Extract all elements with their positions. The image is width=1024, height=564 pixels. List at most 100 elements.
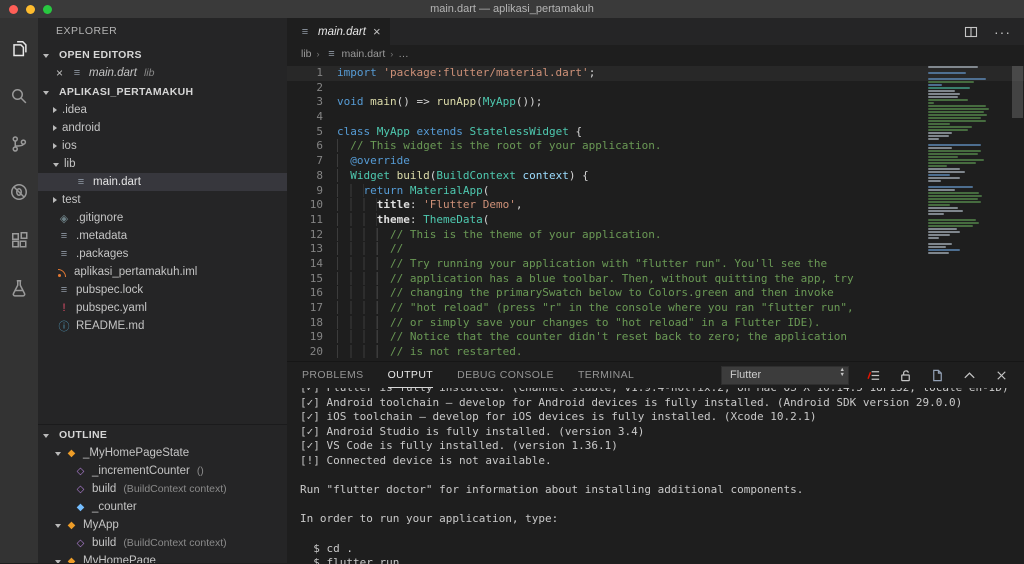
activity-search-search-icon[interactable] bbox=[0, 72, 38, 120]
dart-file-icon: ≡ bbox=[74, 176, 88, 188]
open-editor-item[interactable]: × ≡ main.dart lib bbox=[38, 64, 287, 82]
code-line-3[interactable]: 3void main() => runApp(MyApp()); bbox=[287, 95, 1024, 110]
code-line-8[interactable]: 8 Widget build(BuildContext context) { bbox=[287, 169, 1024, 184]
panel-tab-output[interactable]: OUTPUT bbox=[388, 362, 434, 388]
line-number: 12 bbox=[287, 228, 337, 243]
tree-item--packages[interactable]: ≡.packages bbox=[38, 245, 287, 263]
panel-tab-terminal[interactable]: TERMINAL bbox=[578, 362, 634, 388]
open-log-file-icon[interactable] bbox=[930, 368, 945, 383]
line-number: 4 bbox=[287, 110, 337, 125]
minimize-window-icon[interactable] bbox=[26, 5, 35, 14]
bottom-panel: PROBLEMS OUTPUT DEBUG CONSOLE TERMINAL Flut… bbox=[287, 361, 1024, 564]
more-actions-icon[interactable]: ··· bbox=[994, 28, 1011, 36]
method-symbol-icon: ◇ bbox=[75, 484, 86, 495]
code-line-17[interactable]: 17 // "hot reload" (press "r" in the con… bbox=[287, 301, 1024, 316]
activity-debug-debug-icon[interactable] bbox=[0, 168, 38, 216]
outline-item-myapp[interactable]: ◆MyApp bbox=[38, 516, 287, 534]
tree-item--gitignore[interactable]: ◈.gitignore bbox=[38, 209, 287, 227]
code-line-7[interactable]: 7 @override bbox=[287, 154, 1024, 169]
close-panel-icon[interactable] bbox=[994, 368, 1009, 383]
text-file-icon: ≡ bbox=[57, 230, 71, 242]
clear-output-icon[interactable] bbox=[866, 368, 881, 383]
tree-item-main-dart[interactable]: ≡main.dart bbox=[38, 173, 287, 191]
tree-item-readme-md[interactable]: ⓘREADME.md bbox=[38, 317, 287, 335]
tree-item-ios[interactable]: ios bbox=[38, 137, 287, 155]
output-line: [✓] Android toolchain — develop for Andr… bbox=[300, 396, 1024, 411]
code-editor[interactable]: 1import 'package:flutter/material.dart';… bbox=[287, 63, 1024, 361]
line-number: 3 bbox=[287, 95, 337, 110]
select-stepper-icon: ▲▼ bbox=[840, 368, 845, 378]
code-line-13[interactable]: 13 // bbox=[287, 242, 1024, 257]
close-editor-icon[interactable]: × bbox=[56, 66, 63, 80]
code-line-16[interactable]: 16 // changing the primarySwatch below t… bbox=[287, 286, 1024, 301]
code-line-12[interactable]: 12 // This is the theme of your applicat… bbox=[287, 228, 1024, 243]
outline-item--counter[interactable]: ◆_counter bbox=[38, 498, 287, 516]
breadcrumb-item[interactable]: … bbox=[398, 48, 409, 60]
split-editor-icon[interactable] bbox=[964, 25, 978, 39]
code-line-18[interactable]: 18 // or simply save your changes to "ho… bbox=[287, 316, 1024, 331]
tree-item-test[interactable]: test bbox=[38, 191, 287, 209]
chevron-down-icon bbox=[43, 54, 49, 58]
outline-item-build[interactable]: ◇build(BuildContext context) bbox=[38, 534, 287, 552]
tree-item--idea[interactable]: .idea bbox=[38, 101, 287, 119]
window-title: main.dart — aplikasi_pertamakuh bbox=[430, 3, 594, 15]
code-line-4[interactable]: 4 bbox=[287, 110, 1024, 125]
output-console[interactable]: [✓] Flutter is fully installed. (Channel… bbox=[287, 388, 1024, 564]
close-tab-icon[interactable]: × bbox=[373, 24, 381, 39]
activity-bar bbox=[0, 18, 38, 563]
code-line-2[interactable]: 2 bbox=[287, 81, 1024, 96]
minimap[interactable] bbox=[928, 66, 1008, 258]
breadcrumb[interactable]: lib›≡main.dart›… bbox=[287, 45, 1024, 63]
code-line-11[interactable]: 11 theme: ThemeData( bbox=[287, 213, 1024, 228]
window-title-bar: main.dart — aplikasi_pertamakuh bbox=[0, 0, 1024, 18]
tree-item-lib[interactable]: lib bbox=[38, 155, 287, 173]
project-section-header[interactable]: APLIKASI_PERTAMAKUH bbox=[38, 82, 287, 101]
tab-main-dart[interactable]: ≡ main.dart × bbox=[287, 18, 390, 45]
outline-item-build[interactable]: ◇build(BuildContext context) bbox=[38, 480, 287, 498]
explorer-title: EXPLORER bbox=[38, 18, 287, 45]
code-line-15[interactable]: 15 // application has a blue toolbar. Th… bbox=[287, 272, 1024, 287]
maximize-panel-icon[interactable] bbox=[962, 368, 977, 383]
activity-test-beaker-icon[interactable] bbox=[0, 264, 38, 312]
code-line-9[interactable]: 9 return MaterialApp( bbox=[287, 184, 1024, 199]
editor-scrollbar[interactable] bbox=[1012, 66, 1023, 118]
tree-item-android[interactable]: android bbox=[38, 119, 287, 137]
code-line-19[interactable]: 19 // Notice that the counter didn't res… bbox=[287, 330, 1024, 345]
code-line-5[interactable]: 5class MyApp extends StatelessWidget { bbox=[287, 125, 1024, 140]
class-symbol-icon: ◆ bbox=[66, 556, 77, 564]
outline-header[interactable]: OUTLINE bbox=[38, 425, 287, 444]
file-tree: .ideaandroidioslib≡main.darttest◈.gitign… bbox=[38, 101, 287, 335]
breadcrumb-item[interactable]: ≡main.dart bbox=[325, 48, 386, 60]
output-channel-select[interactable]: Flutter ▲▼ bbox=[721, 366, 849, 385]
activity-extensions-extensions-icon[interactable] bbox=[0, 216, 38, 264]
close-window-icon[interactable] bbox=[9, 5, 18, 14]
code-line-14[interactable]: 14 // Try running your application with … bbox=[287, 257, 1024, 272]
tree-item-pubspec-yaml[interactable]: !pubspec.yaml bbox=[38, 299, 287, 317]
text-file-icon: ≡ bbox=[57, 284, 71, 296]
code-line-20[interactable]: 20 // is not restarted. bbox=[287, 345, 1024, 360]
zoom-window-icon[interactable] bbox=[43, 5, 52, 14]
chevron-down-icon bbox=[53, 163, 59, 167]
tree-item--metadata[interactable]: ≡.metadata bbox=[38, 227, 287, 245]
class-symbol-icon: ◆ bbox=[66, 448, 77, 459]
panel-tab-debug-console[interactable]: DEBUG CONSOLE bbox=[457, 362, 554, 388]
panel-tab-problems[interactable]: PROBLEMS bbox=[302, 362, 364, 388]
breadcrumb-item[interactable]: lib bbox=[301, 48, 312, 60]
code-line-6[interactable]: 6 // This widget is the root of your app… bbox=[287, 139, 1024, 154]
outline-item--incrementcounter[interactable]: ◇_incrementCounter() bbox=[38, 462, 287, 480]
outline-item--myhomepagestate[interactable]: ◆_MyHomePageState bbox=[38, 444, 287, 462]
tree-item-pubspec-lock[interactable]: ≡pubspec.lock bbox=[38, 281, 287, 299]
code-line-10[interactable]: 10 title: 'Flutter Demo', bbox=[287, 198, 1024, 213]
output-line: Run "flutter doctor" for information abo… bbox=[300, 483, 1024, 498]
activity-explorer-files-icon[interactable] bbox=[0, 24, 38, 72]
outline-item-myhomepage[interactable]: ◆MyHomePage bbox=[38, 552, 287, 563]
tree-item-aplikasi-pertamakuh-iml[interactable]: aplikasi_pertamakuh.iml bbox=[38, 263, 287, 281]
output-line bbox=[300, 527, 1024, 542]
unlock-scroll-icon[interactable] bbox=[898, 368, 913, 383]
chevron-right-icon bbox=[53, 143, 57, 149]
line-number: 16 bbox=[287, 286, 337, 301]
chevron-right-icon bbox=[53, 125, 57, 131]
code-line-1[interactable]: 1import 'package:flutter/material.dart'; bbox=[287, 66, 1024, 81]
open-editors-header[interactable]: OPEN EDITORS bbox=[38, 45, 287, 64]
activity-source-control-git-branch-icon[interactable] bbox=[0, 120, 38, 168]
